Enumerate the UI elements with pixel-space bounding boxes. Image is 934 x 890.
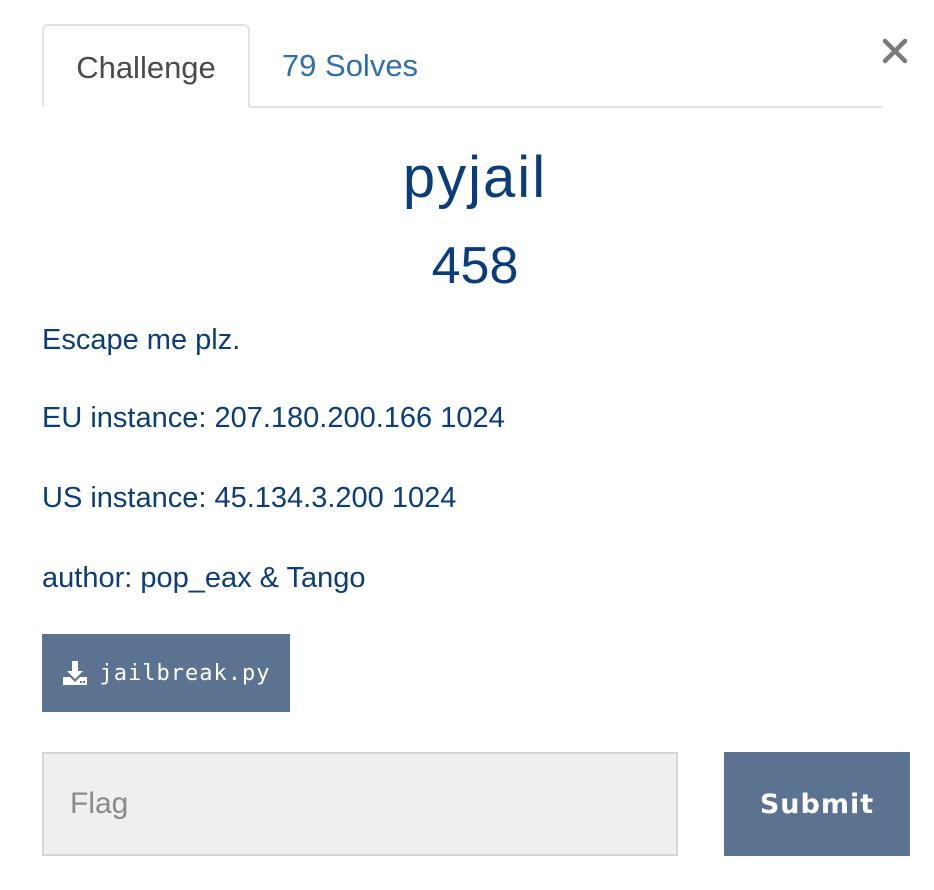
download-icon <box>62 661 87 685</box>
description-line: Escape me plz. <box>42 324 241 356</box>
download-file-button[interactable]: jailbreak.py <box>42 634 290 712</box>
description-line: US instance: 45.134.3.200 1024 <box>42 482 457 514</box>
submit-button[interactable]: Submit <box>724 752 910 856</box>
flag-input[interactable] <box>42 752 678 856</box>
challenge-name: pyjail <box>402 145 548 210</box>
description-line: EU instance: 207.180.200.166 1024 <box>42 402 505 434</box>
tab-bar: Challenge 79 Solves <box>42 24 882 108</box>
challenge-modal: Challenge 79 Solves pyjail 458 Escape me… <box>0 0 934 890</box>
download-file-label: jailbreak.py <box>99 660 271 686</box>
tab-solves[interactable]: 79 Solves <box>250 24 450 108</box>
description-line: author: pop_eax & Tango <box>42 562 366 594</box>
close-button[interactable] <box>880 36 910 66</box>
challenge-points: 458 <box>431 237 519 295</box>
tab-challenge[interactable]: Challenge <box>42 24 250 108</box>
close-icon <box>882 38 908 64</box>
